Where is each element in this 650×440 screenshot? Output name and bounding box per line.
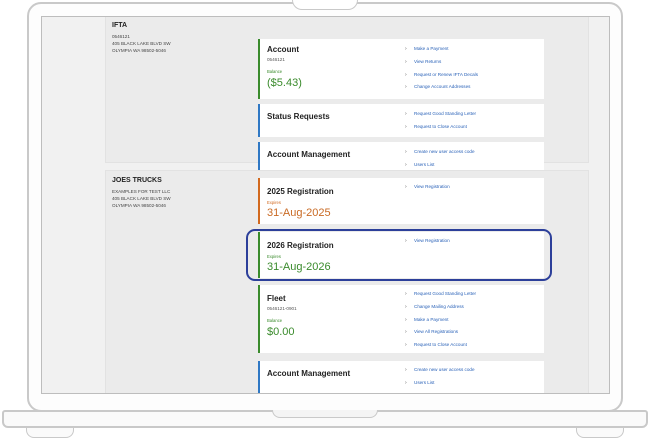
entity-line: 405 BLACK LAKE BLVD SW bbox=[112, 41, 171, 46]
chevron-right-icon: › bbox=[405, 342, 407, 349]
chevron-right-icon: › bbox=[405, 303, 407, 310]
change-mailing-address-link[interactable]: › Change Mailing Address bbox=[405, 301, 476, 314]
change-addresses-link[interactable]: › Change Account Addresses bbox=[405, 81, 478, 94]
view-returns-link[interactable]: › View Returns bbox=[405, 56, 478, 69]
close-account-link[interactable]: › Request to Close Account bbox=[405, 121, 476, 134]
registration-links: › View Registration bbox=[405, 181, 450, 194]
chevron-right-icon: › bbox=[405, 379, 407, 386]
laptop-foot-left bbox=[26, 428, 74, 438]
balance-label: Balance bbox=[267, 318, 283, 323]
fleet-links: › Request Good Standing Letter › Change Ma… bbox=[405, 288, 476, 352]
chevron-right-icon: › bbox=[405, 367, 407, 373]
entity-line: EXAMPLES FOR TEST LLC bbox=[112, 189, 171, 194]
card-title: Fleet bbox=[267, 294, 286, 303]
chevron-right-icon: › bbox=[405, 111, 407, 117]
chevron-right-icon: › bbox=[405, 123, 407, 130]
chevron-right-icon: › bbox=[405, 149, 407, 155]
users-list-link[interactable]: › Users List bbox=[405, 377, 475, 390]
expiry-date: 31-Aug-2025 bbox=[267, 207, 331, 219]
registration-2025-card: 2025 Registration Expires 31-Aug-2025 › V… bbox=[258, 178, 544, 224]
account-card: Account 0546121 Balance ($5.43) › Make a … bbox=[258, 39, 544, 99]
good-standing-link[interactable]: › Request Good Standing Letter bbox=[405, 108, 476, 121]
balance-amount: $0.00 bbox=[267, 326, 295, 338]
create-access-code-link[interactable]: › Create new user access code bbox=[405, 146, 475, 159]
entity-line: OLYMPIA WA 98502-5046 bbox=[112, 48, 166, 53]
entity-name: JOES TRUCKS bbox=[112, 177, 162, 184]
laptop-frame: IFTA 0546121 405 BLACK LAKE BLVD SW OLYM… bbox=[0, 0, 650, 440]
ifta-entity-info: IFTA 0546121 405 BLACK LAKE BLVD SW OLYM… bbox=[112, 22, 252, 54]
card-title: Account bbox=[267, 45, 299, 54]
view-all-registrations-link[interactable]: › View All Registrations bbox=[405, 326, 476, 339]
chevron-right-icon: › bbox=[405, 291, 407, 297]
create-access-code-link[interactable]: › Create new user access code bbox=[405, 364, 475, 377]
chevron-right-icon: › bbox=[405, 184, 407, 190]
entity-line: 0546121 bbox=[112, 34, 130, 39]
management-links: › Create new user access code › Users List bbox=[405, 146, 475, 172]
card-title: Status Requests bbox=[267, 112, 330, 121]
entity-line: 405 BLACK LAKE BLVD SW bbox=[112, 196, 171, 201]
account-number: 0546121 bbox=[267, 57, 285, 62]
make-payment-link[interactable]: › Make a Payment bbox=[405, 314, 476, 327]
management-links: › Create new user access code › Users List bbox=[405, 364, 475, 390]
entity-name: IFTA bbox=[112, 22, 128, 29]
expires-label: Expires bbox=[267, 200, 281, 205]
chevron-right-icon: › bbox=[405, 58, 407, 65]
entity-line: OLYMPIA WA 98502-5046 bbox=[112, 203, 166, 208]
balance-amount: ($5.43) bbox=[267, 77, 302, 89]
chevron-right-icon: › bbox=[405, 84, 407, 91]
chevron-right-icon: › bbox=[405, 46, 407, 52]
screen: IFTA 0546121 405 BLACK LAKE BLVD SW OLYM… bbox=[41, 16, 610, 394]
close-account-link[interactable]: › Request to Close Account bbox=[405, 339, 476, 352]
status-links: › Request Good Standing Letter › Request t… bbox=[405, 108, 476, 134]
card-title: Account Management bbox=[267, 150, 351, 159]
chevron-right-icon: › bbox=[405, 329, 407, 336]
chevron-right-icon: › bbox=[405, 316, 407, 323]
status-requests-card: Status Requests › Request Good Standing L… bbox=[258, 104, 544, 137]
balance-label: Balance bbox=[267, 69, 283, 74]
view-registration-link[interactable]: › View Registration bbox=[405, 181, 450, 194]
renew-decals-link[interactable]: › Request or Renew IFTA Decals bbox=[405, 69, 478, 82]
card-title: 2025 Registration bbox=[267, 187, 334, 196]
good-standing-link[interactable]: › Request Good Standing Letter bbox=[405, 288, 476, 301]
camera-notch bbox=[292, 0, 358, 10]
make-payment-link[interactable]: › Make a Payment bbox=[405, 43, 478, 56]
trackpad-notch bbox=[272, 410, 378, 418]
registration-2026-highlight bbox=[246, 229, 552, 281]
ifta-account-group: IFTA 0546121 405 BLACK LAKE BLVD SW OLYM… bbox=[105, 17, 589, 176]
joes-entity-info: JOES TRUCKS EXAMPLES FOR TEST LLC 405 BL… bbox=[112, 177, 252, 209]
joes-trucks-group: JOES TRUCKS EXAMPLES FOR TEST LLC 405 BL… bbox=[105, 170, 589, 393]
account-management-card: Account Management › Create new user acce… bbox=[258, 361, 544, 393]
card-title: Account Management bbox=[267, 369, 351, 378]
account-links: › Make a Payment › View Returns › Request o… bbox=[405, 43, 478, 94]
fleet-number: 0546121-0901 bbox=[267, 306, 297, 311]
laptop-foot-right bbox=[576, 428, 624, 438]
chevron-right-icon: › bbox=[405, 71, 407, 78]
fleet-card: Fleet 0546121-0901 Balance $0.00 › Reques… bbox=[258, 285, 544, 353]
